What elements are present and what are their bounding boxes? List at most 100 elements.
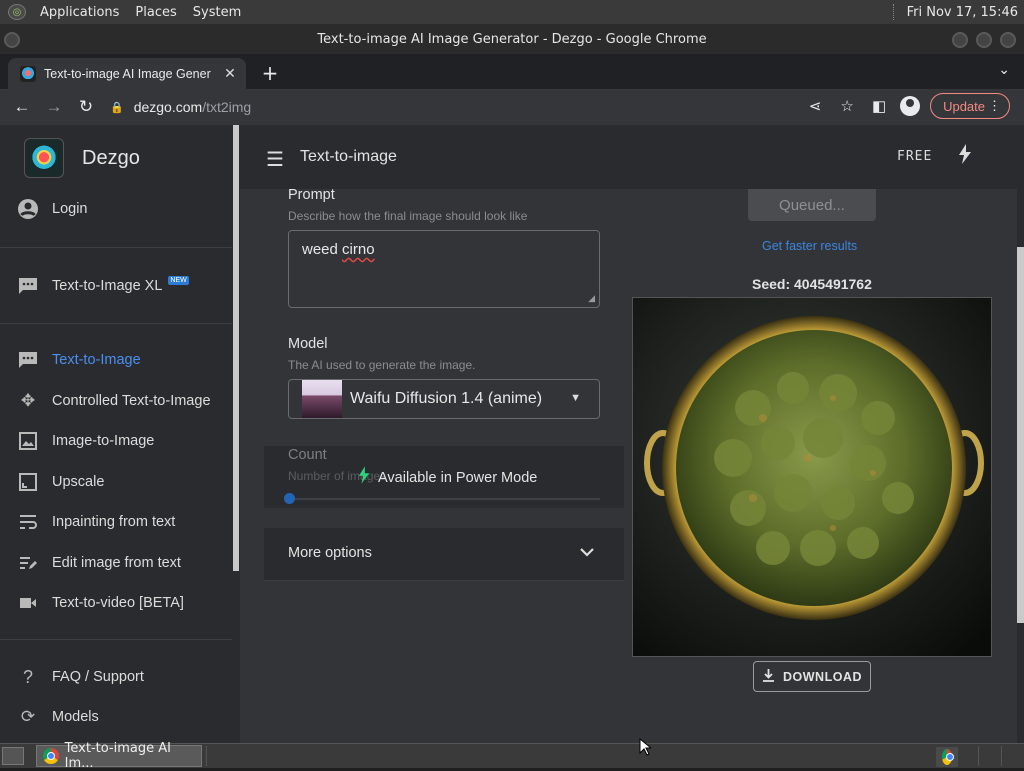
update-button[interactable]: Update ⋮ <box>930 93 1010 119</box>
browser-tab[interactable]: Text-to-image AI Image Gener ✕ <box>8 58 246 89</box>
window-menu-button[interactable] <box>4 32 20 48</box>
queued-button[interactable]: Queued... <box>748 189 876 221</box>
resize-grip-icon[interactable]: ◢ <box>588 293 595 304</box>
edit-note-icon <box>16 552 40 574</box>
page-scrollbar[interactable] <box>1017 125 1024 743</box>
sidebar-item-models[interactable]: ⟳ Models <box>16 706 99 728</box>
prompt-value: cirno <box>342 241 375 258</box>
sidebar-item-image-to-image[interactable]: Image-to-Image <box>16 430 154 452</box>
sidebar-item-label: Text-to-Image XL <box>52 278 163 294</box>
models-icon: ⟳ <box>20 707 36 726</box>
generated-image[interactable] <box>632 297 992 657</box>
panel-separator <box>892 4 895 20</box>
sidebar-item-text-to-image-xl[interactable]: Text-to-Image XL NEW <box>16 275 189 297</box>
brand-name: Dezgo <box>82 146 140 169</box>
minimize-button[interactable] <box>952 32 968 48</box>
sidebar-item-text-to-image[interactable]: Text-to-Image <box>16 349 141 371</box>
count-slider-track[interactable] <box>288 498 600 500</box>
sidebar-item-label: Models <box>52 709 99 725</box>
sidebar-item-label: Inpainting from text <box>52 514 176 530</box>
sidebar-item-inpainting[interactable]: Inpainting from text <box>16 511 175 533</box>
plan-badge[interactable]: FREE <box>897 149 932 164</box>
upscale-icon <box>16 471 40 493</box>
sidebar-item-controlled-text-to-image[interactable]: ✥ Controlled Text-to-Image <box>16 390 211 412</box>
close-tab-icon[interactable]: ✕ <box>220 65 240 82</box>
menu-applications[interactable]: Applications <box>32 5 127 20</box>
close-window-button[interactable] <box>1000 32 1016 48</box>
seed-value: Seed: 4045491762 <box>752 276 872 292</box>
more-menu-icon[interactable]: ⋮ <box>988 98 1001 114</box>
os-top-panel: ◎ Applications Places System Fri Nov 17,… <box>0 0 1024 24</box>
help-icon: ? <box>22 666 33 687</box>
lock-icon[interactable]: 🔒 <box>110 101 124 114</box>
show-desktop-button[interactable] <box>2 747 24 765</box>
sidebar-item-upscale[interactable]: Upscale <box>16 471 104 493</box>
prompt-textarea[interactable]: weed cirno ◢ <box>288 230 600 308</box>
maximize-button[interactable] <box>976 32 992 48</box>
chevron-down-icon <box>580 544 594 560</box>
sidebar-scrollbar[interactable] <box>232 125 240 743</box>
page-title: Text-to-image <box>300 148 397 165</box>
count-label: Count <box>288 447 327 463</box>
taskbar: Text-to-image AI Im... <box>0 741 1024 771</box>
download-icon <box>762 668 775 685</box>
update-label: Update <box>943 98 985 114</box>
model-thumbnail <box>302 380 342 418</box>
prompt-value-word-1: weed <box>302 241 343 258</box>
more-options-panel[interactable]: More options <box>264 528 624 581</box>
sidebar-divider <box>0 323 232 324</box>
taskbar-chrome-window[interactable]: Text-to-image AI Im... <box>36 741 202 771</box>
reload-icon[interactable]: ↻ <box>70 97 102 117</box>
gnome-menu-icon[interactable]: ◎ <box>8 4 26 20</box>
side-panel-icon[interactable]: ◧ <box>868 97 890 115</box>
new-badge: NEW <box>168 275 189 285</box>
sidebar: Dezgo Login Text-to-Image XL NEW Text-to… <box>0 125 232 743</box>
clock[interactable]: Fri Nov 17, 15:46 <box>899 5 1024 20</box>
tray-chrome-icon[interactable] <box>936 747 958 767</box>
tab-title: Text-to-image AI Image Gener <box>44 66 211 81</box>
forward-icon[interactable]: → <box>38 97 70 117</box>
sidebar-item-label: Text-to-Image <box>52 352 141 368</box>
model-select[interactable]: Waifu Diffusion 1.4 (anime) ▼ <box>288 379 600 419</box>
sidebar-item-label: Upscale <box>52 474 105 490</box>
sidebar-item-login[interactable]: Login <box>16 198 87 220</box>
faster-results-link[interactable]: Get faster results <box>762 239 857 253</box>
move-icon: ✥ <box>20 391 36 410</box>
share-icon[interactable]: ⋖ <box>804 97 826 115</box>
profile-avatar-icon[interactable] <box>900 96 921 116</box>
menu-places[interactable]: Places <box>127 5 184 20</box>
model-label: Model <box>288 336 328 352</box>
dezgo-logo <box>24 138 64 178</box>
window-title: Text-to-image AI Image Generator - Dezgo… <box>317 31 707 47</box>
sidebar-item-edit-image[interactable]: Edit image from text <box>16 552 181 574</box>
videocam-icon <box>16 592 40 614</box>
sidebar-divider <box>0 247 232 248</box>
chat-icon <box>16 349 40 371</box>
page-scroll-thumb[interactable] <box>1017 247 1024 623</box>
window-titlebar[interactable]: Text-to-image AI Image Generator - Dezgo… <box>0 24 1024 54</box>
sidebar-item-label: FAQ / Support <box>52 669 144 685</box>
brand[interactable]: Dezgo <box>24 138 140 178</box>
more-options-label: More options <box>288 545 372 561</box>
hamburger-menu-icon[interactable]: ☰ <box>266 147 284 172</box>
sidebar-scroll-thumb[interactable] <box>233 125 239 571</box>
menu-system[interactable]: System <box>185 5 249 20</box>
sidebar-item-faq[interactable]: ? FAQ / Support <box>16 666 144 688</box>
lightning-bolt-icon[interactable] <box>958 144 972 170</box>
sidebar-item-label: Login <box>52 201 88 217</box>
lightning-bolt-icon <box>358 466 370 489</box>
chrome-icon <box>942 749 954 765</box>
model-hint: The AI used to generate the image. <box>288 358 476 372</box>
sidebar-divider <box>0 639 232 640</box>
task-title: Text-to-image AI Im... <box>64 741 171 771</box>
download-button[interactable]: DOWNLOAD <box>753 661 871 692</box>
chat-icon <box>16 275 40 297</box>
power-mode-overlay[interactable]: Available in Power Mode <box>358 466 537 489</box>
count-slider-knob[interactable] <box>284 493 295 504</box>
new-tab-icon[interactable]: + <box>258 61 282 85</box>
sidebar-item-text-to-video[interactable]: Text-to-video [BETA] <box>16 592 184 614</box>
back-icon[interactable]: ← <box>6 97 38 117</box>
tab-search-chevron-icon[interactable]: ⌄ <box>998 62 1010 78</box>
bookmark-star-icon[interactable]: ☆ <box>836 97 858 115</box>
taskbar-separator <box>978 746 979 766</box>
